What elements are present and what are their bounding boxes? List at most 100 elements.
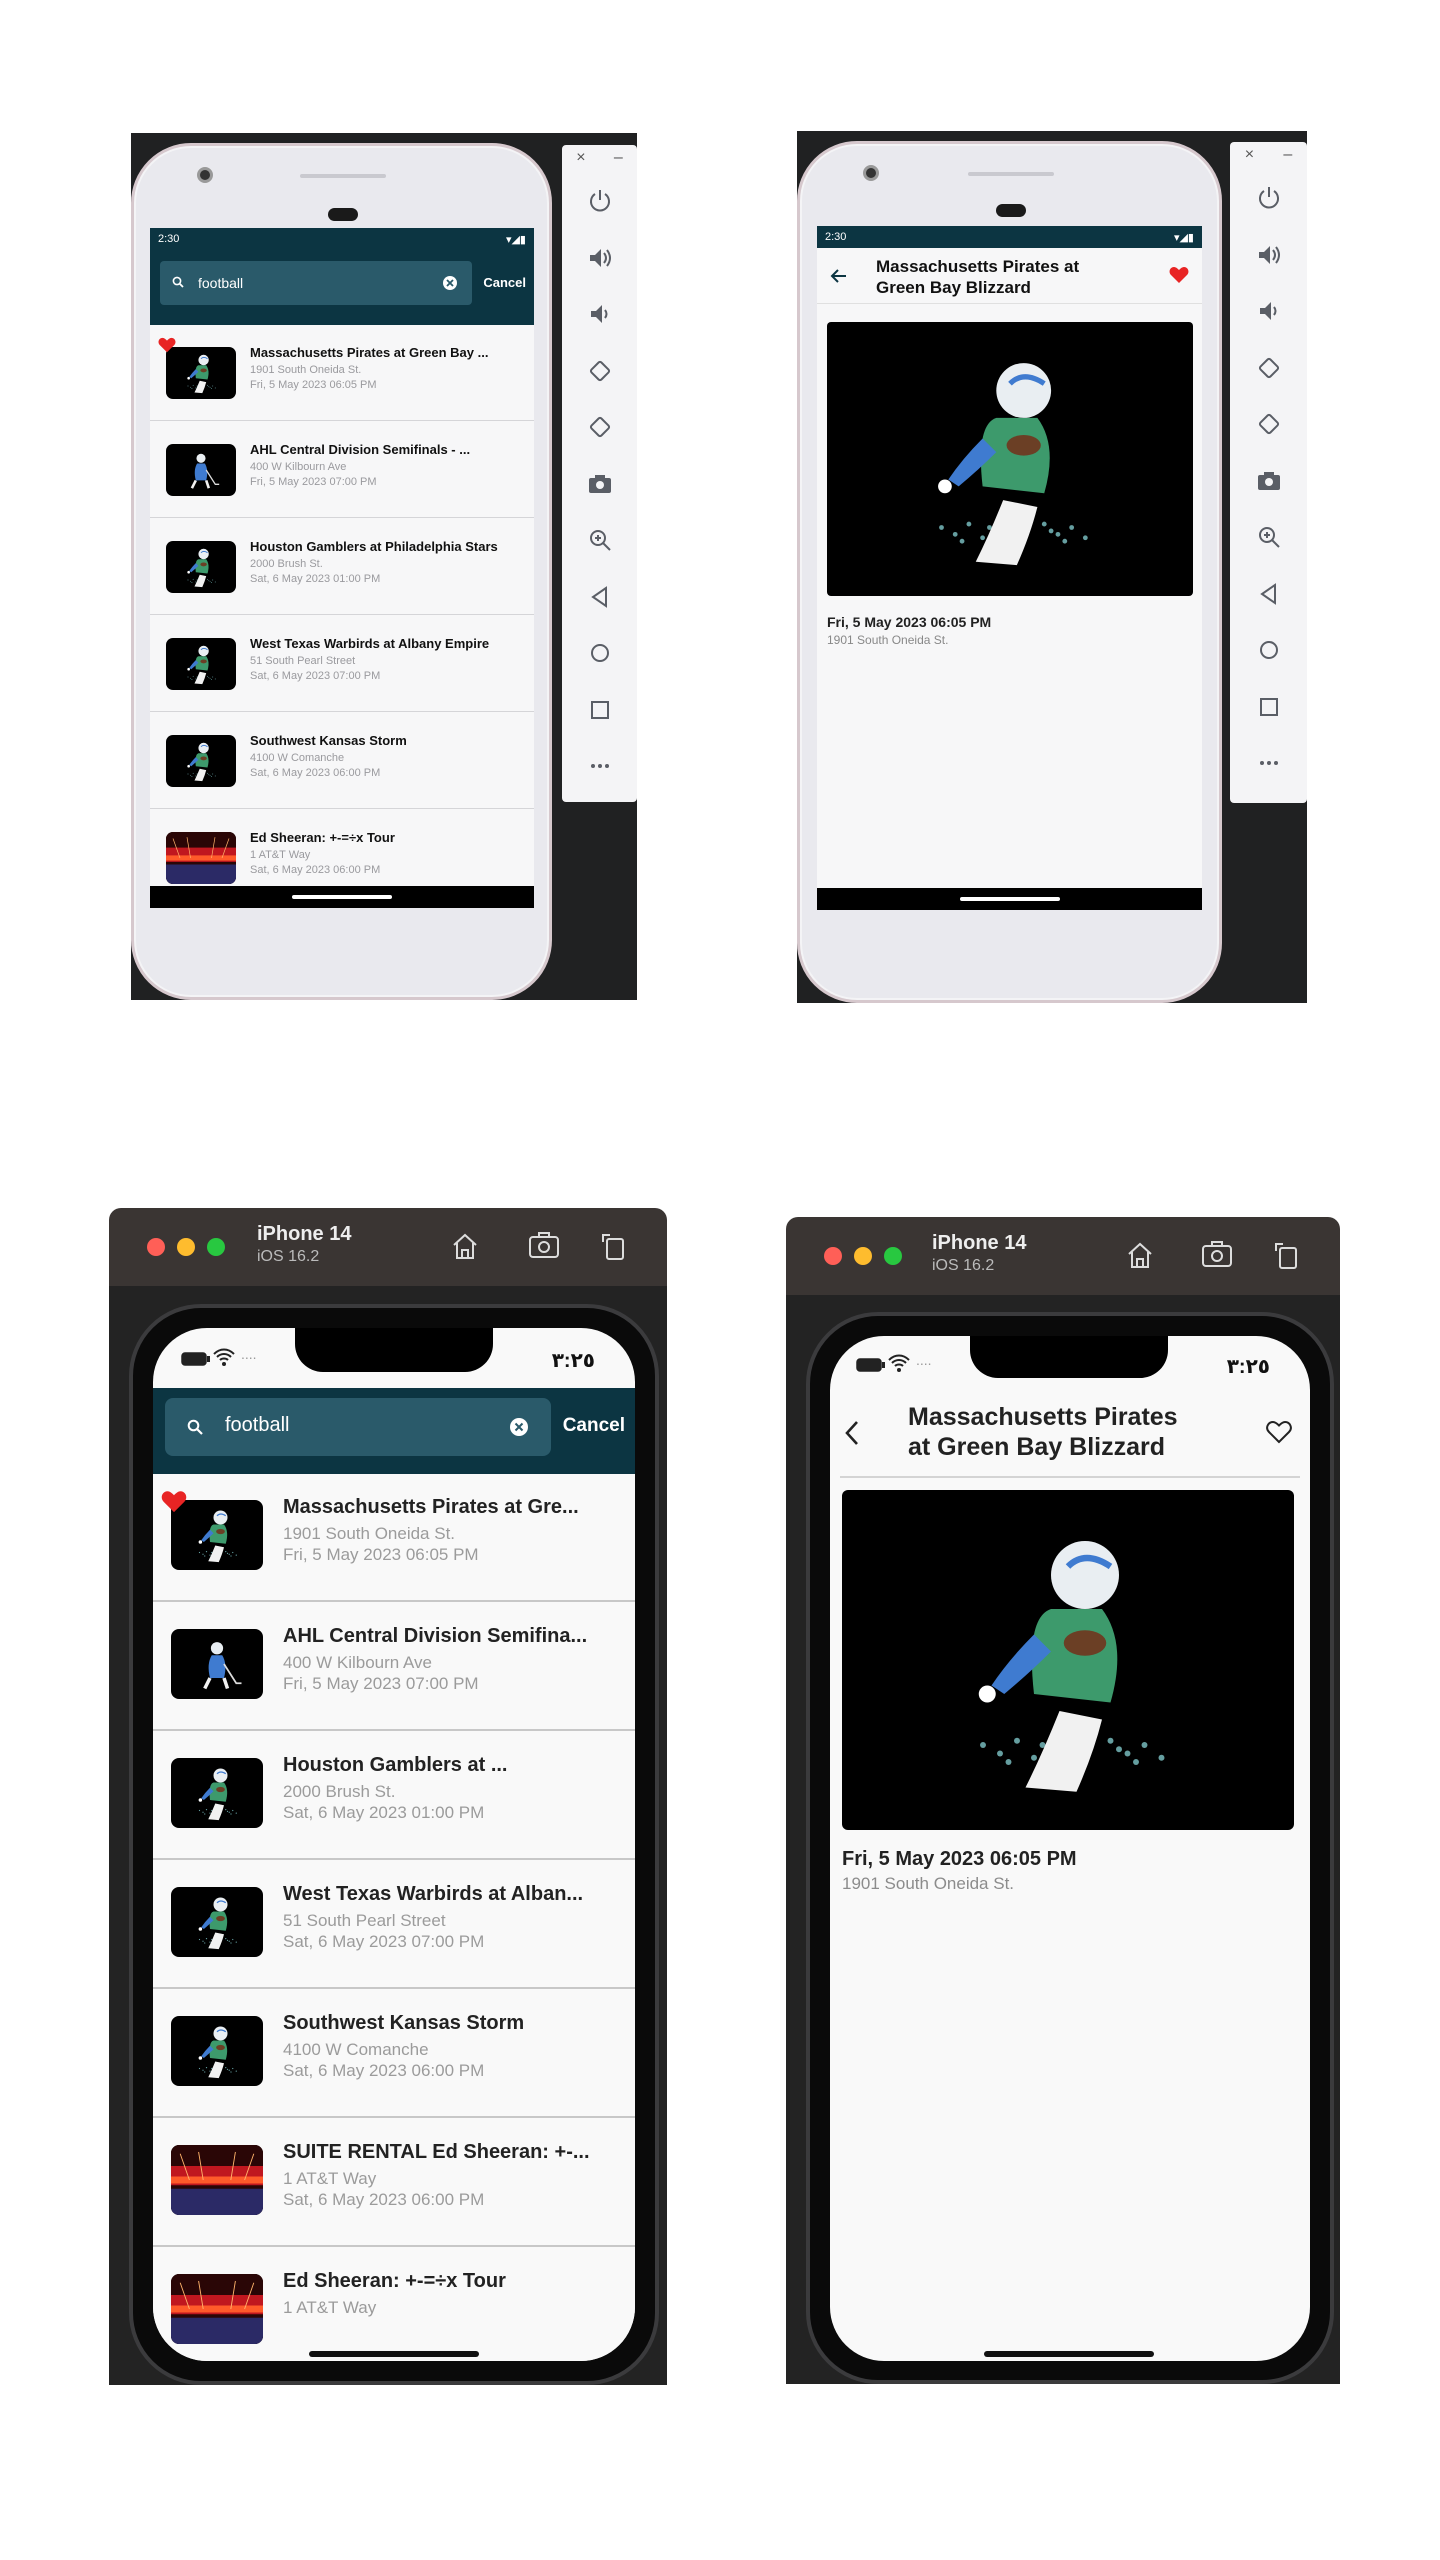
status-icons: ▾◢▮ bbox=[505, 233, 526, 246]
event-title: West Texas Warbirds at Albany Empire bbox=[250, 636, 490, 651]
search-input[interactable]: football bbox=[160, 261, 472, 305]
camera-icon[interactable] bbox=[562, 456, 637, 513]
android-detail-screen: 2:30 ▾◢▮ Massachusetts Pirates at Green … bbox=[817, 226, 1202, 910]
power-icon[interactable] bbox=[1230, 170, 1307, 227]
back-icon[interactable] bbox=[1230, 566, 1307, 623]
list-item[interactable]: West Texas Warbirds at Alban... 51 South … bbox=[153, 1861, 635, 1989]
overview-icon[interactable] bbox=[562, 682, 637, 739]
rotate-left-icon[interactable] bbox=[1230, 340, 1307, 397]
home-icon[interactable] bbox=[1124, 1239, 1156, 1276]
rotate-icon[interactable] bbox=[599, 1230, 629, 1267]
volume-down-icon[interactable] bbox=[562, 286, 637, 343]
concert-stage-illustration bbox=[171, 2145, 263, 2215]
favorite-heart-icon bbox=[158, 337, 176, 358]
event-address: 1901 South Oneida St. bbox=[827, 633, 949, 647]
event-address: 400 W Kilbourn Ave bbox=[250, 461, 347, 473]
screenshot-icon[interactable] bbox=[1200, 1239, 1234, 1276]
clear-search-icon[interactable] bbox=[509, 1417, 529, 1442]
page-title: Massachusetts Pirates at Green Bay Blizz… bbox=[908, 1403, 1178, 1461]
more-icon[interactable] bbox=[562, 738, 637, 795]
camera-icon[interactable] bbox=[1230, 453, 1307, 510]
search-input[interactable]: football bbox=[165, 1398, 551, 1456]
zoom-window-button[interactable] bbox=[884, 1247, 902, 1265]
volume-down-icon[interactable] bbox=[1230, 283, 1307, 340]
home-indicator[interactable] bbox=[309, 2351, 479, 2357]
rotate-left-icon[interactable] bbox=[562, 343, 637, 400]
event-thumbnail bbox=[171, 2016, 263, 2086]
volume-up-icon[interactable] bbox=[562, 230, 637, 287]
power-icon[interactable] bbox=[562, 173, 637, 230]
wifi-icon bbox=[888, 1354, 910, 1377]
close-window-button[interactable] bbox=[824, 1247, 842, 1265]
back-arrow-icon[interactable] bbox=[829, 268, 847, 289]
event-title: Ed Sheeran: +-=÷x Tour bbox=[250, 830, 395, 845]
home-icon[interactable] bbox=[449, 1230, 481, 1267]
search-results-list: Massachusetts Pirates at Green Bay ... 19… bbox=[150, 325, 534, 886]
home-indicator[interactable] bbox=[292, 895, 392, 899]
event-title: Southwest Kansas Storm bbox=[283, 2012, 525, 2034]
zoom-icon[interactable] bbox=[1230, 509, 1307, 566]
event-date: Sat, 6 May 2023 07:00 PM bbox=[250, 670, 381, 682]
list-item[interactable]: Massachusetts Pirates at Gre... 1901 Sout… bbox=[153, 1474, 635, 1602]
favorite-heart-outline-icon[interactable] bbox=[1266, 1420, 1292, 1449]
list-item[interactable]: Southwest Kansas Storm 4100 W Comanche Sat… bbox=[153, 1990, 635, 2118]
event-address: 51 South Pearl Street bbox=[250, 655, 356, 667]
event-title: SUITE RENTAL Ed Sheeran: +-... bbox=[283, 2141, 590, 2163]
minimize-emulator-icon[interactable]: – bbox=[614, 149, 623, 173]
earpiece bbox=[328, 208, 358, 221]
minimize-emulator-icon[interactable]: – bbox=[1283, 146, 1292, 170]
volume-up-icon[interactable] bbox=[1230, 227, 1307, 284]
back-chevron-icon[interactable] bbox=[844, 1420, 860, 1451]
list-item[interactable]: Massachusetts Pirates at Green Bay ... 19… bbox=[150, 325, 534, 421]
front-camera bbox=[863, 165, 879, 181]
list-item[interactable]: Ed Sheeran: +-=÷x Tour 1 AT&T Way Sat, 6 M… bbox=[150, 810, 534, 886]
concert-stage-illustration bbox=[166, 832, 236, 884]
signal-dots: .... bbox=[241, 1346, 257, 1362]
top-speaker bbox=[300, 174, 386, 178]
event-date: Sat, 6 May 2023 06:00 PM bbox=[250, 864, 381, 876]
list-item[interactable]: AHL Central Division Semifinals - ... 400… bbox=[150, 422, 534, 518]
device-name: iPhone 14 bbox=[257, 1223, 352, 1245]
more-icon[interactable] bbox=[1230, 735, 1307, 792]
overview-icon[interactable] bbox=[1230, 679, 1307, 736]
os-version: iOS 16.2 bbox=[932, 1257, 995, 1274]
event-thumbnail bbox=[166, 541, 236, 593]
rotate-right-icon[interactable] bbox=[1230, 396, 1307, 453]
event-title: Ed Sheeran: +-=÷x Tour bbox=[283, 2270, 506, 2292]
back-icon[interactable] bbox=[562, 569, 637, 626]
list-item[interactable]: Ed Sheeran: +-=÷x Tour 1 AT&T Way bbox=[153, 2248, 635, 2361]
simulator-titlebar-2: iPhone 14 iOS 16.2 bbox=[786, 1217, 1340, 1295]
close-emulator-icon[interactable]: × bbox=[576, 149, 585, 173]
cancel-button[interactable]: Cancel bbox=[483, 275, 526, 290]
minimize-window-button[interactable] bbox=[854, 1247, 872, 1265]
close-window-button[interactable] bbox=[147, 1238, 165, 1256]
home-indicator[interactable] bbox=[984, 2351, 1154, 2357]
rotate-icon[interactable] bbox=[1272, 1239, 1302, 1276]
list-item[interactable]: AHL Central Division Semifina... 400 W Ki… bbox=[153, 1603, 635, 1731]
rotate-right-icon[interactable] bbox=[562, 399, 637, 456]
status-bar: .... ٣:٢٥ bbox=[153, 1328, 635, 1388]
screenshot-icon[interactable] bbox=[527, 1230, 561, 1267]
event-date: Sat, 6 May 2023 06:00 PM bbox=[250, 767, 381, 779]
cancel-button[interactable]: Cancel bbox=[563, 1415, 625, 1437]
list-item[interactable]: West Texas Warbirds at Albany Empire 51 S… bbox=[150, 616, 534, 712]
home-icon[interactable] bbox=[562, 625, 637, 682]
status-time: 2:30 bbox=[825, 231, 847, 243]
zoom-window-button[interactable] bbox=[207, 1238, 225, 1256]
event-date: Fri, 5 May 2023 07:00 PM bbox=[283, 1674, 479, 1693]
home-indicator[interactable] bbox=[959, 897, 1060, 901]
zoom-icon[interactable] bbox=[562, 512, 637, 569]
favorite-heart-icon[interactable] bbox=[1169, 266, 1189, 289]
event-date: Fri, 5 May 2023 06:05 PM bbox=[827, 614, 992, 630]
list-item[interactable]: SUITE RENTAL Ed Sheeran: +-... 1 AT&T Way… bbox=[153, 2119, 635, 2247]
list-item[interactable]: Houston Gamblers at Philadelphia Stars 20… bbox=[150, 519, 534, 615]
close-emulator-icon[interactable]: × bbox=[1245, 146, 1254, 170]
minimize-window-button[interactable] bbox=[177, 1238, 195, 1256]
list-item[interactable]: Southwest Kansas Storm 4100 W Comanche Sat… bbox=[150, 713, 534, 809]
favorite-heart-icon bbox=[161, 1490, 187, 1518]
home-icon[interactable] bbox=[1230, 622, 1307, 679]
list-item[interactable]: Houston Gamblers at ... 2000 Brush St. Sat… bbox=[153, 1732, 635, 1860]
clear-search-icon[interactable] bbox=[442, 275, 458, 294]
event-address: 1901 South Oneida St. bbox=[250, 364, 362, 376]
event-image bbox=[827, 322, 1193, 596]
